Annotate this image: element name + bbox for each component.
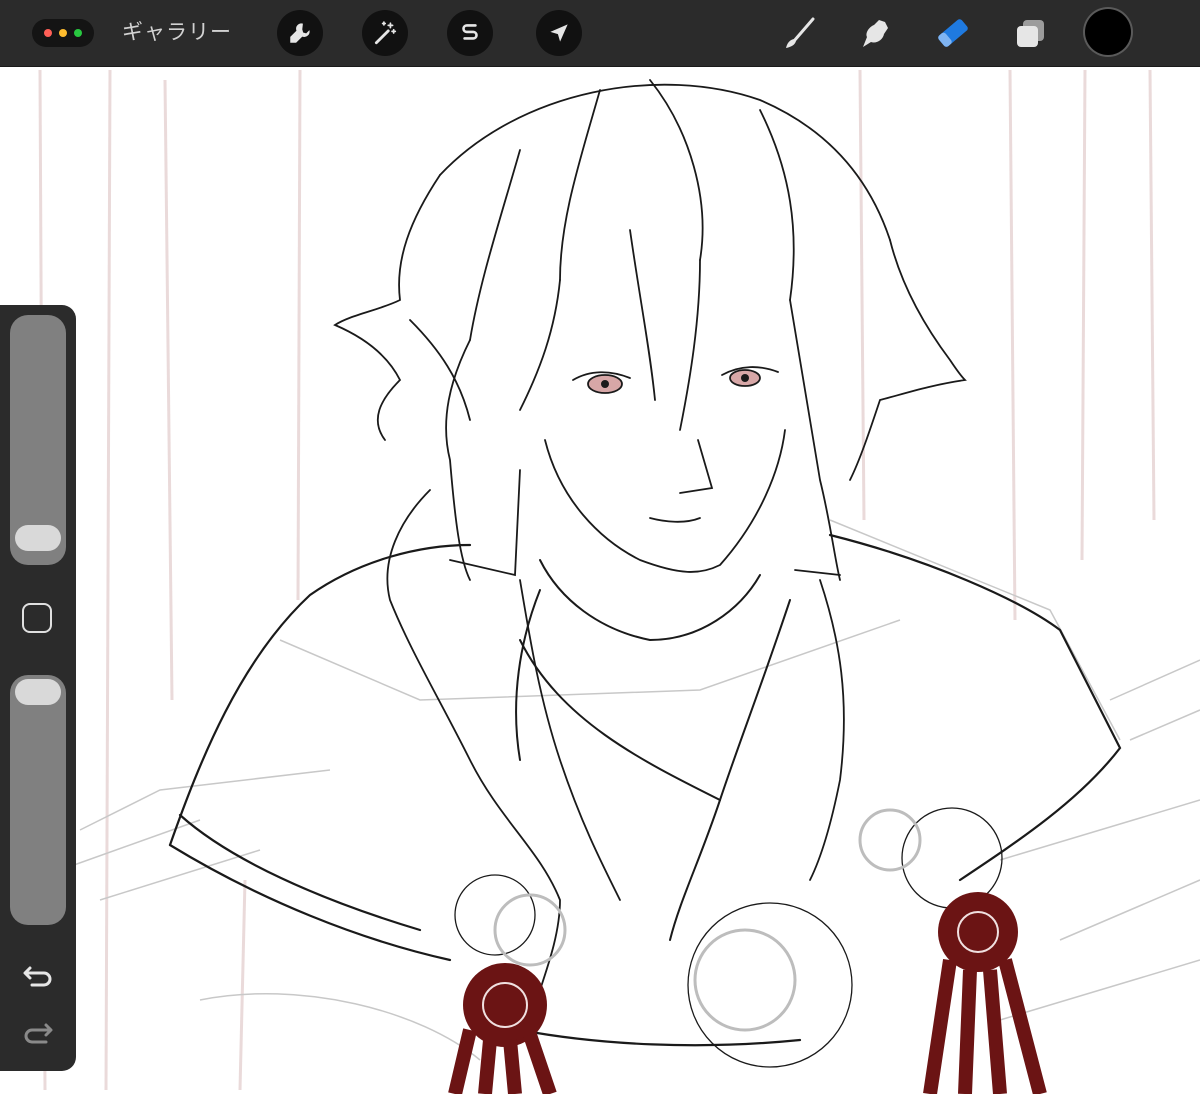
magic-wand-icon bbox=[374, 21, 397, 45]
adjustments-button[interactable] bbox=[362, 10, 408, 56]
face-lineart bbox=[544, 366, 786, 573]
brush-icon bbox=[786, 17, 815, 48]
gallery-button[interactable]: ギャラリー bbox=[122, 18, 232, 46]
redo-icon[interactable] bbox=[20, 1017, 56, 1053]
hair-lineart bbox=[333, 79, 967, 991]
layers-button[interactable] bbox=[1008, 10, 1054, 56]
window-controls[interactable] bbox=[32, 19, 94, 47]
smudge-icon bbox=[863, 20, 888, 47]
brush-size-slider[interactable] bbox=[10, 315, 66, 565]
transform-button[interactable] bbox=[536, 10, 582, 56]
eraser-tool-button[interactable] bbox=[930, 10, 976, 56]
zoom-dot-icon[interactable] bbox=[74, 29, 82, 37]
minimize-dot-icon[interactable] bbox=[59, 29, 67, 37]
selection-button[interactable] bbox=[447, 10, 493, 56]
selection-s-icon bbox=[462, 24, 478, 40]
sketch-guides bbox=[59, 519, 1200, 1061]
top-toolbar: ギャラリー bbox=[0, 0, 1200, 67]
close-dot-icon[interactable] bbox=[44, 29, 52, 37]
transform-arrow-icon bbox=[550, 24, 568, 42]
smudge-tool-button[interactable] bbox=[852, 10, 898, 56]
left-sidebar bbox=[0, 305, 76, 1071]
opacity-knob[interactable] bbox=[15, 679, 61, 705]
actions-button[interactable] bbox=[277, 10, 323, 56]
layers-icon bbox=[1017, 20, 1044, 47]
modify-button[interactable] bbox=[22, 603, 52, 633]
brush-size-knob[interactable] bbox=[15, 525, 61, 551]
eraser-icon bbox=[938, 19, 968, 47]
right-tassel bbox=[923, 892, 1047, 1094]
undo-icon[interactable] bbox=[20, 957, 56, 993]
drawing-canvas[interactable] bbox=[0, 67, 1200, 1094]
left-tassel bbox=[448, 963, 557, 1094]
opacity-slider[interactable] bbox=[10, 675, 66, 925]
brush-tool-button[interactable] bbox=[776, 10, 822, 56]
wrench-icon bbox=[290, 23, 310, 43]
color-picker-button[interactable] bbox=[1085, 9, 1131, 55]
